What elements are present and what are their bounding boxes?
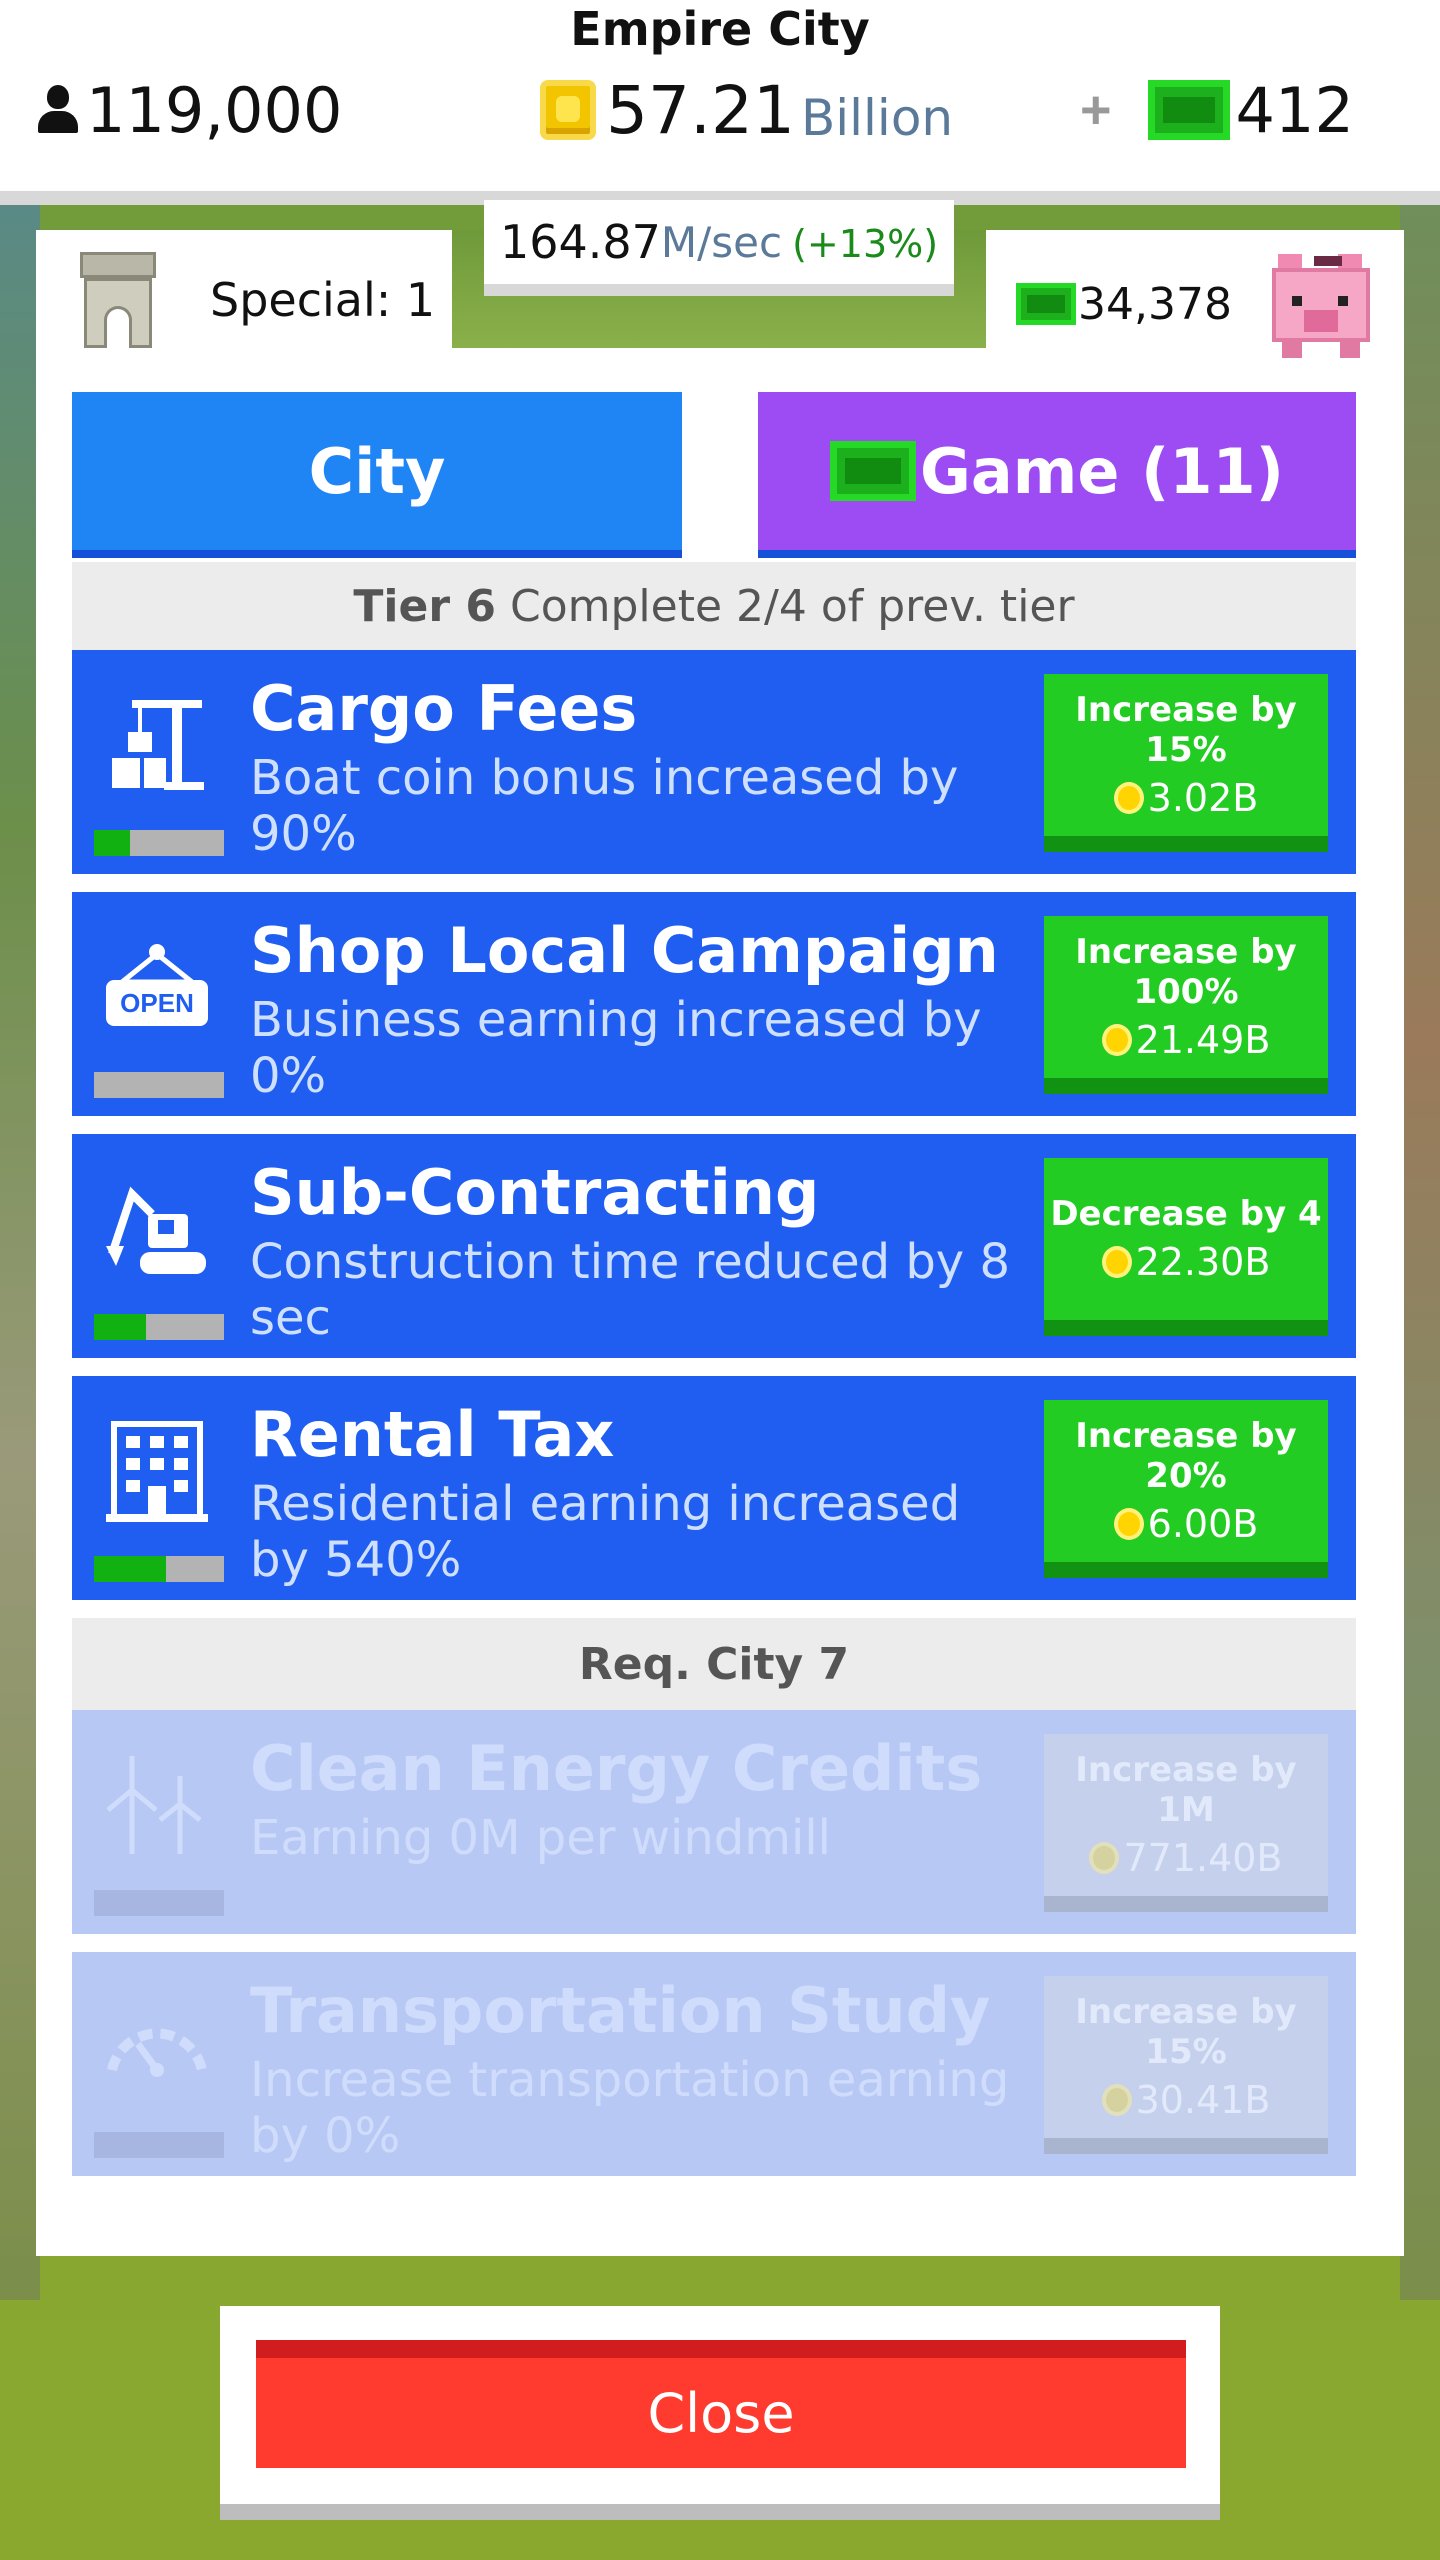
special-label: Special: 1 <box>210 273 436 327</box>
buy-price: 22.30B <box>1101 1240 1271 1284</box>
buy-price: 3.02B <box>1113 776 1259 820</box>
coin-icon <box>1113 1508 1144 1540</box>
buy-upgrade-button[interactable]: Increase by 20% 6.00B <box>1044 1400 1328 1578</box>
piggy-bank-icon[interactable] <box>1268 250 1374 358</box>
cash-icon <box>830 441 917 501</box>
upgrade-list[interactable]: Tier 6 Complete 2/4 of prev. tier Cargo … <box>72 562 1356 2194</box>
price-value: 22.30B <box>1135 1240 1271 1284</box>
crane-icon <box>112 700 204 790</box>
person-icon <box>36 85 80 135</box>
cash-counter[interactable]: + 412 <box>1080 70 1354 150</box>
upgrade-progress <box>94 1314 224 1340</box>
upgrade-progress <box>94 1556 224 1582</box>
tab-game-label: Game (11) <box>920 434 1284 508</box>
coins-value: 57.21 <box>606 71 795 149</box>
upgrade-description: Residential earning increased by 540% <box>250 1476 961 1588</box>
buy-label: Increase by 100% <box>1075 932 1297 1012</box>
piggy-bank[interactable]: 34,378 <box>1016 250 1374 358</box>
rate-bonus: (+13%) <box>792 222 939 266</box>
close-button[interactable]: Close <box>256 2340 1186 2468</box>
upgrade-description: Increase transportation earning by 0% <box>250 2052 1010 2164</box>
upgrade-row-sub-contracting: Sub-Contracting Construction time reduce… <box>72 1134 1356 1358</box>
upgrade-progress <box>94 1072 224 1098</box>
price-value: 6.00B <box>1147 1502 1259 1546</box>
background-left <box>0 200 40 2300</box>
population-counter: 119,000 <box>36 70 342 150</box>
upgrade-row-transportation-study: Transportation Study Increase transporta… <box>72 1952 1356 2176</box>
coins-unit: Billion <box>800 89 954 147</box>
coin-icon <box>1101 1024 1132 1056</box>
upgrade-description: Boat coin bonus increased by 90% <box>250 750 959 862</box>
cash-icon <box>1016 283 1076 325</box>
add-cash-button[interactable]: + <box>1080 79 1112 141</box>
buy-upgrade-button-disabled: Increase by 15% 30.41B <box>1044 1976 1328 2154</box>
upgrade-progress <box>94 830 224 856</box>
arch-icon <box>80 252 156 348</box>
upgrade-row-rental-tax: Rental Tax Residential earning increased… <box>72 1376 1356 1600</box>
upgrade-row-shop-local: OPEN Shop Local Campaign Business earnin… <box>72 892 1356 1116</box>
close-container: Close <box>220 2306 1220 2520</box>
upgrade-description: Construction time reduced by 8 sec <box>250 1234 1011 1346</box>
coin-icon <box>1101 1246 1132 1278</box>
price-value: 3.02B <box>1147 776 1259 820</box>
tab-game[interactable]: Game (11) <box>758 392 1356 558</box>
buy-price: 771.40B <box>1089 1836 1283 1880</box>
population-value: 119,000 <box>86 73 343 147</box>
tab-city[interactable]: City <box>72 392 682 558</box>
coin-counter: 57.21 Billion <box>540 70 953 150</box>
buy-upgrade-button-disabled: Increase by 1M 771.40B <box>1044 1734 1328 1912</box>
upgrade-progress <box>94 1890 224 1916</box>
coin-icon <box>1113 782 1144 814</box>
upgrade-description: Business earning increased by 0% <box>250 992 982 1104</box>
bank-value: 34,378 <box>1078 278 1232 330</box>
locked-section-header: Req. City 7 <box>72 1618 1356 1710</box>
tab-city-label: City <box>308 434 446 508</box>
open-sign-icon: OPEN <box>106 944 208 1026</box>
buy-price: 30.41B <box>1101 2078 1271 2122</box>
coin-icon <box>1089 1842 1120 1874</box>
buy-price: 6.00B <box>1113 1502 1259 1546</box>
income-rate: 164.87 M/sec (+13%) <box>484 200 954 296</box>
coin-icon <box>540 80 596 140</box>
excavator-icon <box>106 1186 206 1274</box>
tier-header: Tier 6 Complete 2/4 of prev. tier <box>72 562 1356 650</box>
buy-upgrade-button[interactable]: Increase by 15% 3.02B <box>1044 674 1328 852</box>
top-hud: Empire City 119,000 57.21 Billion + 412 <box>0 0 1440 205</box>
upgrade-title: Shop Local Campaign <box>250 914 999 987</box>
special-counter[interactable]: Special: 1 <box>80 252 435 348</box>
buy-label: Increase by 15% <box>1075 690 1297 770</box>
upgrade-title: Cargo Fees <box>250 672 638 745</box>
buy-label: Increase by 1M <box>1075 1750 1297 1830</box>
upgrade-title: Transportation Study <box>250 1974 991 2047</box>
buy-price: 21.49B <box>1101 1018 1271 1062</box>
upgrade-title: Sub-Contracting <box>250 1156 820 1229</box>
background-right <box>1400 200 1440 2300</box>
upgrade-row-cargo-fees: Cargo Fees Boat coin bonus increased by … <box>72 650 1356 874</box>
rate-unit: M/sec <box>660 217 783 267</box>
buy-label: Increase by 20% <box>1075 1416 1297 1496</box>
upgrade-title: Rental Tax <box>250 1398 615 1471</box>
coin-icon <box>1101 2084 1132 2116</box>
buy-label: Decrease by 4 <box>1050 1194 1322 1234</box>
buy-label: Increase by 15% <box>1075 1992 1297 2072</box>
windmill-icon <box>106 1756 202 1854</box>
svg-text:OPEN: OPEN <box>120 988 194 1018</box>
price-value: 21.49B <box>1135 1018 1271 1062</box>
rate-value: 164.87 <box>499 215 661 269</box>
apartment-icon <box>106 1421 208 1522</box>
buy-upgrade-button[interactable]: Increase by 100% 21.49B <box>1044 916 1328 1094</box>
city-title: Empire City <box>570 2 870 56</box>
speedometer-icon <box>107 2028 207 2077</box>
cash-value: 412 <box>1235 73 1354 147</box>
price-value: 30.41B <box>1135 2078 1271 2122</box>
tier-name: Tier 6 <box>353 580 496 632</box>
upgrade-description: Earning 0M per windmill <box>250 1810 831 1866</box>
price-value: 771.40B <box>1123 1836 1283 1880</box>
upgrade-progress <box>94 2132 224 2158</box>
tier-requirement: Complete 2/4 of prev. tier <box>509 580 1075 632</box>
upgrade-row-clean-energy: Clean Energy Credits Earning 0M per wind… <box>72 1710 1356 1934</box>
cash-icon <box>1147 80 1230 140</box>
buy-upgrade-button[interactable]: Decrease by 4 22.30B <box>1044 1158 1328 1336</box>
upgrade-title: Clean Energy Credits <box>250 1732 983 1805</box>
